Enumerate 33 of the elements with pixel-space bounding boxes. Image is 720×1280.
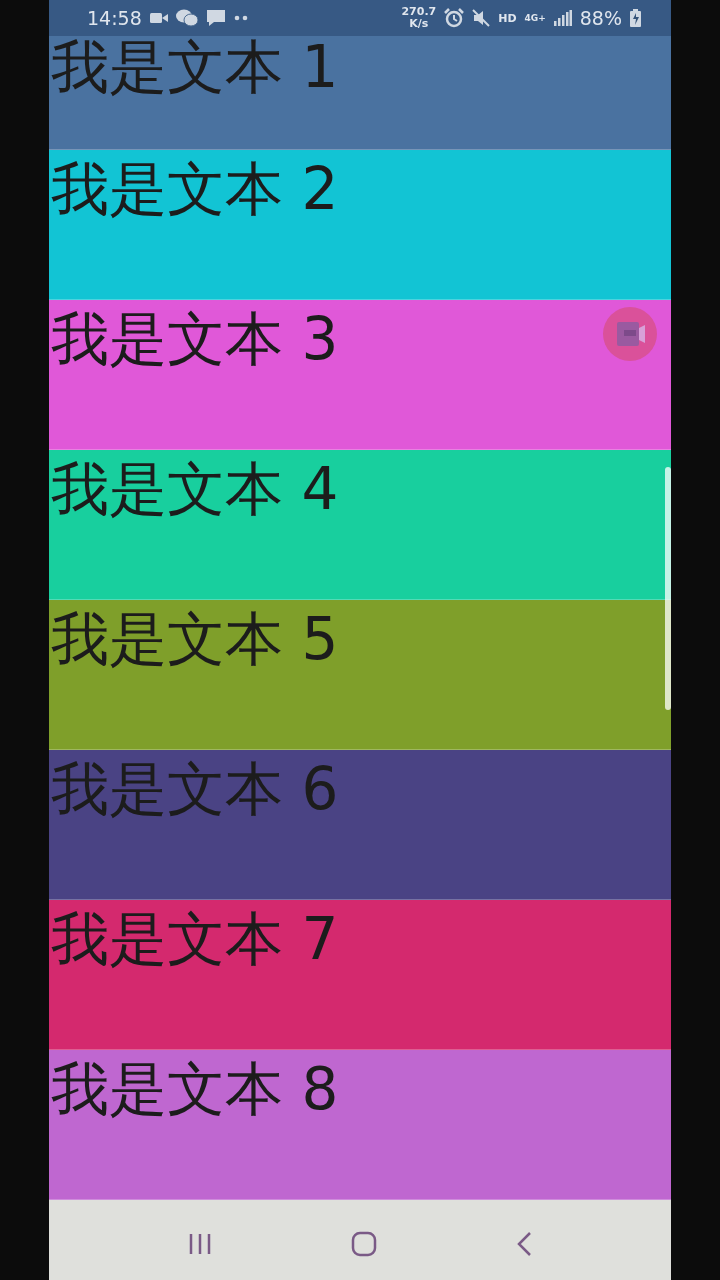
home-icon[interactable] bbox=[351, 1230, 377, 1257]
clock: 14:58 bbox=[87, 7, 142, 29]
video-camera-icon bbox=[149, 12, 168, 24]
speed-value: 270.7 bbox=[401, 6, 437, 18]
back-icon[interactable] bbox=[515, 1230, 532, 1257]
list-row[interactable]: 我是文本 8 bbox=[49, 1050, 671, 1200]
chat-bubbles-icon bbox=[175, 9, 198, 27]
network-type: 4G+ bbox=[524, 13, 546, 23]
row-text: 我是文本 4 bbox=[50, 454, 339, 518]
row-text: 我是文本 8 bbox=[50, 1054, 339, 1118]
row-text: 我是文本 7 bbox=[50, 904, 339, 968]
list-row[interactable]: 我是文本 7 bbox=[49, 900, 671, 1050]
signal-icon bbox=[553, 10, 572, 26]
battery-percent: 88% bbox=[579, 7, 622, 29]
recent-apps-icon[interactable] bbox=[188, 1232, 213, 1255]
list-row[interactable]: 我是文本 5 bbox=[49, 600, 671, 750]
list-row[interactable]: 我是文本 2 bbox=[49, 150, 671, 300]
row-text: 我是文本 5 bbox=[50, 604, 339, 668]
row-text: 我是文本 6 bbox=[50, 754, 339, 818]
floating-camera-button[interactable] bbox=[602, 306, 658, 362]
row-text: 我是文本 1 bbox=[50, 32, 339, 96]
row-text: 我是文本 3 bbox=[50, 304, 339, 368]
list-row[interactable]: 我是文本 3 bbox=[49, 300, 671, 450]
speed-unit: K/s bbox=[409, 18, 429, 30]
row-text: 我是文本 2 bbox=[50, 154, 339, 218]
scrollbar[interactable] bbox=[665, 467, 671, 710]
more-dots-icon bbox=[233, 15, 248, 21]
message-icon bbox=[205, 9, 226, 27]
list-row[interactable]: 我是文本 4 bbox=[49, 450, 671, 600]
alarm-clock-icon bbox=[444, 8, 465, 28]
charging-battery-icon bbox=[630, 9, 641, 27]
hd-indicator: HD bbox=[498, 11, 517, 25]
muted-speaker-icon bbox=[472, 9, 491, 27]
